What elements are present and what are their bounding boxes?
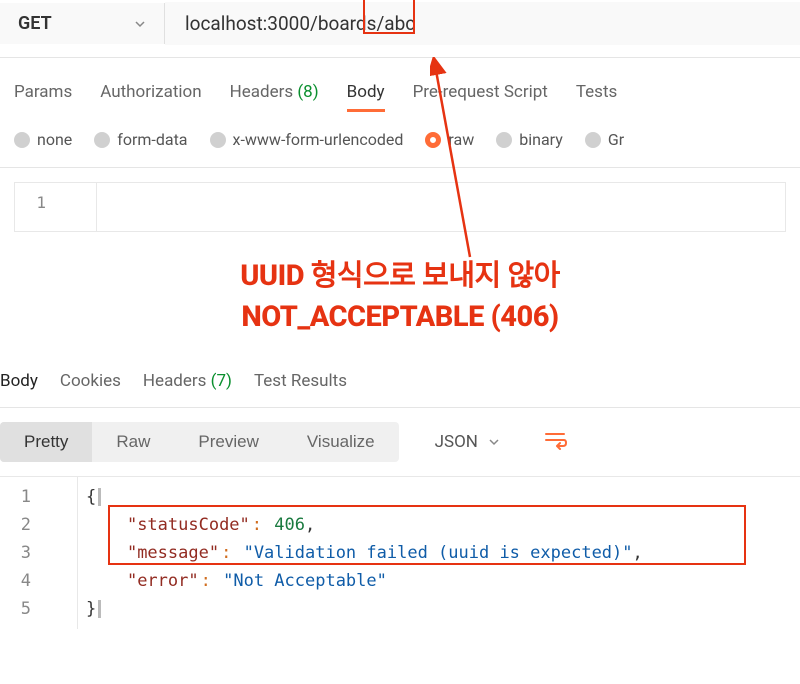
response-tabs: Body Cookies Headers (7) Test Results bbox=[0, 357, 800, 408]
radio-urlencoded[interactable]: x-www-form-urlencoded bbox=[210, 130, 404, 149]
view-preview[interactable]: Preview bbox=[174, 422, 282, 462]
response-toolbar: Pretty Raw Preview Visualize JSON bbox=[0, 408, 800, 476]
json-line: "statusCode": 406, bbox=[86, 511, 792, 539]
line-number: 5 bbox=[0, 595, 77, 623]
view-mode-buttons: Pretty Raw Preview Visualize bbox=[0, 422, 399, 462]
annotation-line1: UUID 형식으로 보내지 않아 bbox=[20, 256, 780, 297]
tab-params[interactable]: Params bbox=[14, 82, 72, 110]
response-content[interactable]: { "statusCode": 406, "message": "Validat… bbox=[78, 477, 800, 629]
json-line: { bbox=[86, 483, 792, 511]
request-tabs: Params Authorization Headers (8) Body Pr… bbox=[0, 58, 800, 110]
method-select[interactable]: GET bbox=[0, 3, 165, 44]
radio-circle bbox=[14, 132, 30, 148]
resp-tab-results[interactable]: Test Results bbox=[254, 371, 347, 397]
line-number: 4 bbox=[0, 567, 77, 595]
method-url-bar: GET localhost:3000/boards/abc bbox=[0, 0, 800, 58]
tab-authorization[interactable]: Authorization bbox=[100, 82, 201, 110]
radio-circle-checked bbox=[425, 132, 441, 148]
radio-circle bbox=[585, 132, 601, 148]
view-raw[interactable]: Raw bbox=[92, 422, 174, 462]
url-text: localhost:3000/boards/abc bbox=[185, 12, 415, 35]
tab-headers[interactable]: Headers (8) bbox=[230, 82, 319, 110]
chevron-down-icon bbox=[134, 18, 146, 30]
annotation-overlay: UUID 형식으로 보내지 않아 NOT_ACCEPTABLE (406) bbox=[0, 232, 800, 357]
annotation-line2: NOT_ACCEPTABLE (406) bbox=[20, 297, 780, 338]
resp-tab-headers[interactable]: Headers (7) bbox=[143, 371, 232, 397]
radio-circle bbox=[496, 132, 512, 148]
resp-tab-body[interactable]: Body bbox=[0, 371, 38, 397]
tab-body[interactable]: Body bbox=[347, 82, 385, 110]
resp-tab-cookies[interactable]: Cookies bbox=[60, 371, 121, 397]
radio-circle bbox=[94, 132, 110, 148]
chevron-down-icon bbox=[488, 436, 500, 448]
radio-graphql[interactable]: Gr bbox=[585, 130, 624, 149]
line-number: 1 bbox=[0, 483, 77, 511]
format-select[interactable]: JSON bbox=[419, 422, 516, 462]
view-pretty[interactable]: Pretty bbox=[0, 422, 92, 462]
radio-circle bbox=[210, 132, 226, 148]
method-label: GET bbox=[18, 13, 52, 34]
radio-none[interactable]: none bbox=[14, 130, 72, 149]
view-visualize[interactable]: Visualize bbox=[283, 422, 399, 462]
radio-binary[interactable]: binary bbox=[496, 130, 563, 149]
editor-gutter: 1 bbox=[15, 183, 97, 231]
line-number: 2 bbox=[0, 511, 77, 539]
request-body-editor[interactable]: 1 bbox=[14, 182, 786, 232]
url-input[interactable]: localhost:3000/boards/abc bbox=[165, 2, 800, 45]
wrap-lines-icon[interactable] bbox=[544, 430, 568, 454]
radio-form-data[interactable]: form-data bbox=[94, 130, 187, 149]
tab-prerequest[interactable]: Pre-request Script bbox=[413, 82, 548, 110]
body-type-row: none form-data x-www-form-urlencoded raw… bbox=[0, 110, 800, 168]
json-line: "message": "Validation failed (uuid is e… bbox=[86, 539, 792, 567]
json-line: "error": "Not Acceptable" bbox=[86, 567, 792, 595]
response-body: 1 2 3 4 5 { "statusCode": 406, "message"… bbox=[0, 476, 800, 629]
line-number: 1 bbox=[15, 193, 96, 212]
editor-content[interactable] bbox=[97, 183, 785, 231]
tab-tests[interactable]: Tests bbox=[576, 82, 617, 110]
response-gutter: 1 2 3 4 5 bbox=[0, 477, 78, 629]
line-number: 3 bbox=[0, 539, 77, 567]
radio-raw[interactable]: raw bbox=[425, 130, 474, 149]
json-line: } bbox=[86, 595, 792, 623]
